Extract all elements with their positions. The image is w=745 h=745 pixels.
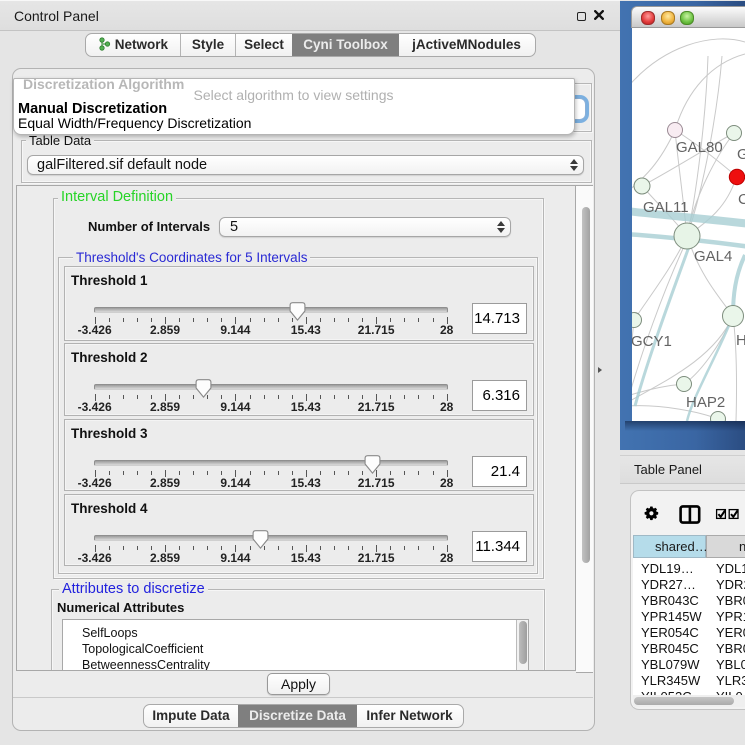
svg-text:HAP2: HAP2 <box>686 394 725 411</box>
svg-text:GAL11: GAL11 <box>643 199 689 216</box>
svg-text:H: H <box>736 332 745 349</box>
svg-text:G: G <box>737 146 745 163</box>
svg-text:GAL80: GAL80 <box>676 139 723 156</box>
svg-text:C: C <box>738 191 745 208</box>
svg-text:GCY1: GCY1 <box>632 333 672 350</box>
svg-text:GAL4: GAL4 <box>694 248 732 265</box>
